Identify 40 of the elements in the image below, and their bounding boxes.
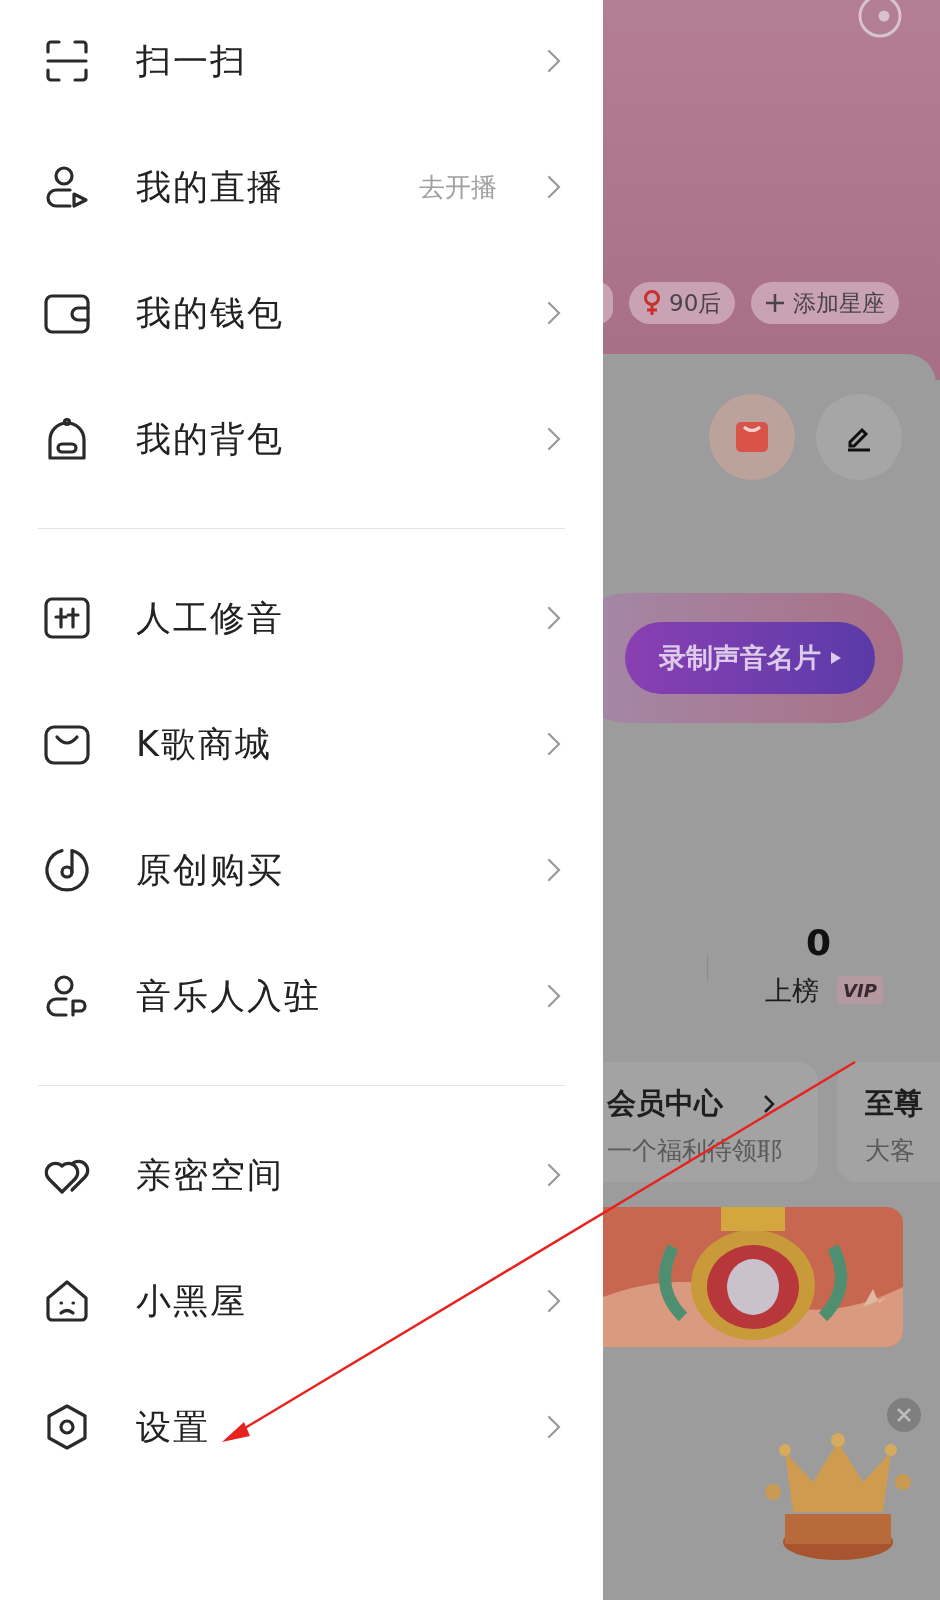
shopping-bag-icon[interactable] <box>709 394 795 480</box>
chevron-right-icon <box>547 427 561 451</box>
stat-label: 上榜 <box>765 974 819 1008</box>
menu-item[interactable]: 人工修音 <box>136 591 547 645</box>
female-icon <box>643 290 661 316</box>
pencil-icon[interactable] <box>816 394 902 480</box>
menu-item[interactable]: 我的背包 <box>136 412 547 466</box>
plus-icon <box>765 293 786 313</box>
profile-tag[interactable]: 添加星座 <box>751 282 900 324</box>
stat-value: 0 <box>806 921 832 965</box>
menu-item[interactable]: 我的钱包 <box>136 286 547 340</box>
menu-item[interactable]: K歌商城 <box>136 717 547 771</box>
card-title: 至尊 <box>865 1085 923 1122</box>
vip-badge: VIP <box>837 976 883 1004</box>
chevron-right-icon <box>547 301 561 325</box>
chevron-right-icon <box>547 1163 561 1187</box>
card-title: 会员中心 <box>607 1085 723 1122</box>
chevron-right-icon <box>547 175 561 199</box>
chevron-right-icon <box>547 606 561 630</box>
menu-item[interactable]: 扫一扫 <box>136 34 547 88</box>
chevron-right-icon <box>547 984 561 1008</box>
record-voice-button[interactable]: 录制声音名片 <box>625 622 875 694</box>
menu-item[interactable]: 设置 <box>136 1400 547 1454</box>
chevron-right-icon <box>547 732 561 756</box>
chevron-right-icon <box>763 1093 775 1114</box>
chevron-right-icon <box>547 1289 561 1313</box>
profile-tag[interactable]: 90后 <box>629 282 736 324</box>
menu-item[interactable]: 音乐人入驻 <box>136 969 547 1023</box>
chevron-right-icon <box>547 1415 561 1439</box>
feature-card[interactable]: 至尊 大客 <box>837 1062 940 1182</box>
chevron-right-icon <box>547 49 561 73</box>
menu-item-hint: 去开播 <box>419 170 497 204</box>
chevron-right-icon <box>547 858 561 882</box>
menu-item[interactable]: 亲密空间 <box>136 1148 547 1202</box>
menu-item[interactable]: 我的直播 <box>136 160 419 214</box>
play-icon <box>831 652 841 664</box>
card-subtitle: 大客 <box>865 1134 916 1167</box>
close-icon[interactable] <box>887 1398 921 1432</box>
menu-item[interactable]: 小黑屋 <box>136 1274 547 1328</box>
menu-item[interactable]: 原创购买 <box>136 843 547 897</box>
